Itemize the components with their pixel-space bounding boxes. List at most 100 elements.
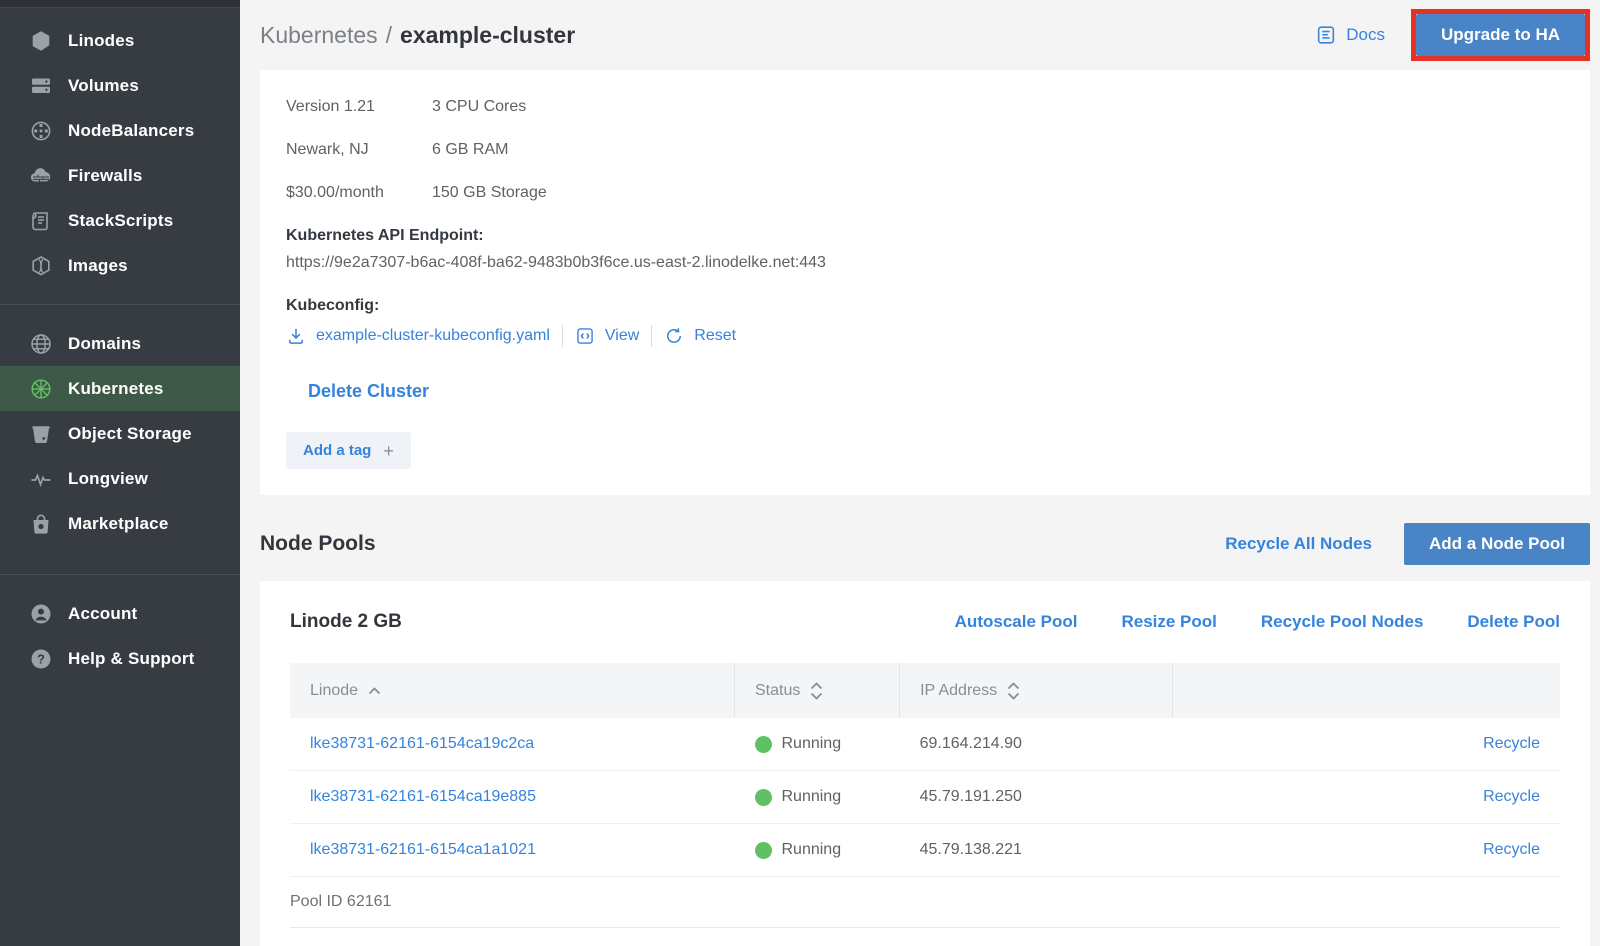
sidebar-item-object-storage[interactable]: Object Storage (0, 411, 240, 456)
status-running-dot (755, 789, 772, 806)
sidebar-item-label: Kubernetes (68, 379, 164, 399)
sidebar-item-longview[interactable]: Longview (0, 456, 240, 501)
images-icon (28, 253, 54, 279)
reset-refresh-icon (664, 326, 684, 346)
nodebalancers-icon (28, 118, 54, 144)
sidebar-item-label: Firewalls (68, 166, 143, 186)
download-icon (286, 326, 306, 346)
pool-id-label: Pool ID 62161 (290, 877, 1560, 928)
node-ip: 45.79.138.221 (900, 824, 1173, 877)
recycle-node-button[interactable]: Recycle (1483, 841, 1540, 858)
recycle-pool-nodes-button[interactable]: Recycle Pool Nodes (1261, 612, 1424, 632)
marketplace-icon (28, 511, 54, 537)
add-tag-button[interactable]: Add a tag + (286, 432, 411, 469)
separator (562, 325, 563, 347)
sidebar-item-linodes[interactable]: Linodes (0, 18, 240, 63)
sort-asc-icon (368, 687, 381, 695)
cluster-specs: Version 1.21 3 CPU Cores Newark, NJ 6 GB… (286, 86, 1564, 202)
separator (651, 325, 652, 347)
breadcrumb: Kubernetes / example-cluster (260, 22, 575, 49)
sidebar-section-bottom: Account ? Help & Support (0, 574, 240, 691)
globe-icon (28, 331, 54, 357)
main-content: Kubernetes / example-cluster Docs Upgrad… (240, 0, 1600, 946)
column-header-status[interactable]: Status (735, 663, 900, 718)
column-header-linode[interactable]: Linode (290, 663, 735, 718)
kubeconfig-download-link[interactable]: example-cluster-kubeconfig.yaml (286, 326, 550, 346)
breadcrumb-kubernetes-link[interactable]: Kubernetes (260, 22, 378, 49)
recycle-all-nodes-button[interactable]: Recycle All Nodes (1225, 534, 1372, 554)
stackscripts-icon (28, 208, 54, 234)
spec-ram: 6 GB RAM (432, 141, 1564, 159)
breadcrumb-separator: / (386, 22, 392, 49)
status-label: Running (782, 735, 842, 753)
spec-version: Version 1.21 (286, 98, 432, 116)
node-link[interactable]: lke38731-62161-6154ca19e885 (310, 788, 536, 805)
node-pools-header: Node Pools Recycle All Nodes Add a Node … (260, 507, 1590, 581)
sidebar-item-firewalls[interactable]: Firewalls (0, 153, 240, 198)
status-running-dot (755, 842, 772, 859)
sidebar-item-account[interactable]: Account (0, 591, 240, 636)
sidebar-item-help-support[interactable]: ? Help & Support (0, 636, 240, 681)
recycle-node-button[interactable]: Recycle (1483, 735, 1540, 752)
delete-pool-button[interactable]: Delete Pool (1467, 612, 1560, 632)
sidebar-item-label: NodeBalancers (68, 121, 194, 141)
nodes-table: Linode Status (290, 663, 1560, 928)
resize-pool-button[interactable]: Resize Pool (1121, 612, 1216, 632)
page-header: Kubernetes / example-cluster Docs Upgrad… (260, 0, 1590, 70)
status-label: Running (782, 841, 842, 859)
sidebar-item-label: Marketplace (68, 514, 168, 534)
node-link[interactable]: lke38731-62161-6154ca1a1021 (310, 841, 536, 858)
kubeconfig-view-link[interactable]: View (575, 326, 639, 346)
docs-label: Docs (1346, 25, 1385, 45)
node-pool-card: Linode 2 GB Autoscale Pool Resize Pool R… (260, 581, 1590, 946)
kubeconfig-label: Kubeconfig: (286, 297, 1564, 315)
column-header-ip-address[interactable]: IP Address (900, 663, 1173, 718)
sidebar-item-label: Help & Support (68, 649, 195, 669)
sidebar-item-domains[interactable]: Domains (0, 321, 240, 366)
node-ip: 69.164.214.90 (900, 718, 1173, 771)
view-label: View (605, 327, 639, 345)
kubeconfig-reset-link[interactable]: Reset (664, 326, 736, 346)
add-node-pool-button[interactable]: Add a Node Pool (1404, 523, 1590, 565)
pool-name: Linode 2 GB (290, 611, 402, 633)
sidebar-item-stackscripts[interactable]: StackScripts (0, 198, 240, 243)
node-link[interactable]: lke38731-62161-6154ca19c2ca (310, 735, 534, 752)
sidebar-section-primary: Linodes Volumes NodeBalancers Firewalls (0, 8, 240, 298)
sidebar-item-label: Account (68, 604, 137, 624)
sidebar-section-secondary: Domains Kubernetes Object Storage Longvi… (0, 304, 240, 556)
sidebar-item-label: Linodes (68, 31, 135, 51)
column-header-actions (1173, 663, 1560, 718)
pool-action-links: Autoscale Pool Resize Pool Recycle Pool … (955, 612, 1560, 632)
kubernetes-icon (28, 376, 54, 402)
sidebar-item-label: Object Storage (68, 424, 192, 444)
sidebar-item-label: Domains (68, 334, 141, 354)
sidebar-item-kubernetes[interactable]: Kubernetes (0, 366, 240, 411)
add-tag-label: Add a tag (303, 442, 371, 459)
sidebar-item-images[interactable]: Images (0, 243, 240, 288)
annotation-highlight-box: Upgrade to HA (1411, 9, 1590, 61)
docs-link[interactable]: Docs (1315, 24, 1385, 46)
account-icon (28, 601, 54, 627)
spec-region: Newark, NJ (286, 141, 432, 159)
sidebar-item-marketplace[interactable]: Marketplace (0, 501, 240, 546)
sidebar-item-label: Images (68, 256, 128, 276)
sidebar-item-volumes[interactable]: Volumes (0, 63, 240, 108)
sidebar-item-label: StackScripts (68, 211, 173, 231)
header-actions: Docs Upgrade to HA (1315, 9, 1590, 61)
node-pools-actions: Recycle All Nodes Add a Node Pool (1225, 523, 1590, 565)
delete-cluster-button[interactable]: Delete Cluster (308, 381, 429, 402)
spec-cpu: 3 CPU Cores (432, 98, 1564, 116)
sidebar-item-nodebalancers[interactable]: NodeBalancers (0, 108, 240, 153)
recycle-node-button[interactable]: Recycle (1483, 788, 1540, 805)
firewall-icon (28, 163, 54, 189)
status-label: Running (782, 788, 842, 806)
upgrade-to-ha-button[interactable]: Upgrade to HA (1416, 14, 1585, 56)
help-icon: ? (28, 646, 54, 672)
svg-text:?: ? (37, 651, 45, 666)
table-row: lke38731-62161-6154ca19e885 Running 45.7… (290, 771, 1560, 824)
linode-icon (28, 28, 54, 54)
kubeconfig-filename: example-cluster-kubeconfig.yaml (316, 327, 550, 345)
sidebar: Linodes Volumes NodeBalancers Firewalls (0, 0, 240, 946)
autoscale-pool-button[interactable]: Autoscale Pool (955, 612, 1078, 632)
pool-card-header: Linode 2 GB Autoscale Pool Resize Pool R… (290, 581, 1560, 663)
